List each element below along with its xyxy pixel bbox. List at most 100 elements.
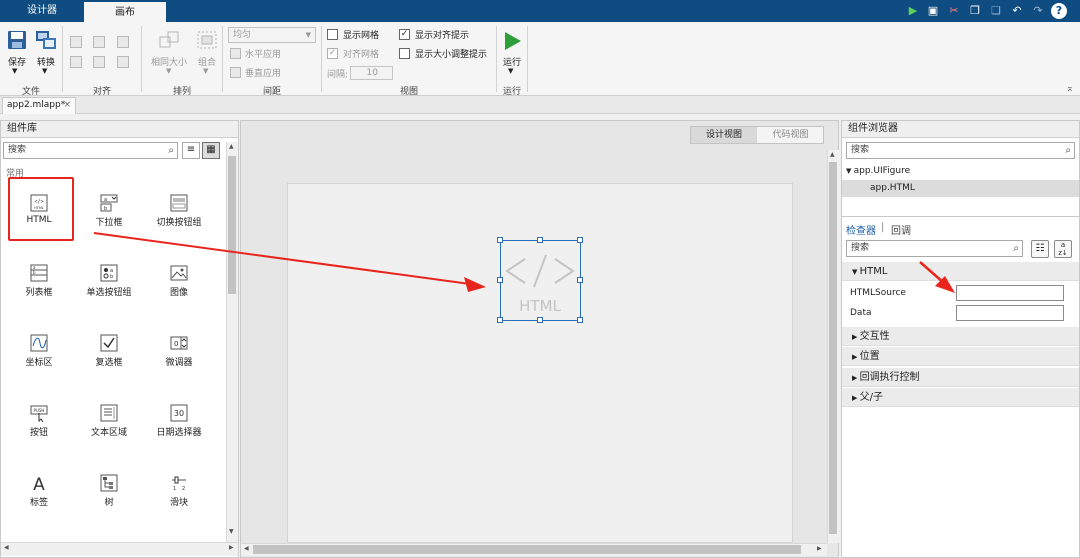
scroll-up-icon[interactable]: ▲ — [229, 143, 234, 150]
library-item-text-area[interactable]: 文本区域 — [74, 403, 144, 438]
tab-canvas[interactable]: 画布 — [84, 0, 166, 22]
align-center-icon[interactable] — [93, 36, 105, 48]
spacing-dropdown[interactable]: 均匀 ▼ — [228, 27, 316, 43]
convert-icon[interactable] — [35, 28, 57, 52]
show-align-hints-checkbox[interactable]: ✓ — [399, 29, 410, 40]
search-icon[interactable]: ⌕ — [1013, 241, 1019, 256]
scroll-right-icon[interactable]: ▶ — [229, 544, 234, 551]
library-item-image[interactable]: 图像 — [144, 263, 214, 298]
scroll-down-icon[interactable]: ▼ — [229, 528, 234, 535]
text-area-icon — [99, 403, 119, 423]
design-view-tab[interactable]: 设计视图 — [691, 127, 757, 143]
align-middle-icon[interactable] — [93, 56, 105, 68]
library-item-checkbox[interactable]: 复选框 — [74, 333, 144, 368]
htmlsource-input[interactable] — [956, 285, 1064, 301]
collapse-ribbon-icon[interactable]: ⌅ — [1066, 84, 1074, 94]
search-icon[interactable]: ⌕ — [1065, 143, 1071, 158]
inspector-search-input[interactable]: 搜索 ⌕ — [846, 240, 1023, 257]
horizontal-apply-button[interactable]: 水平应用 — [245, 47, 281, 60]
undo-icon[interactable]: ↶ — [1009, 3, 1025, 19]
align-left-icon[interactable] — [70, 36, 82, 48]
resize-handle-e[interactable] — [577, 277, 583, 283]
same-size-dropdown-icon[interactable]: ▼ — [166, 67, 171, 75]
group-dropdown-icon[interactable]: ▼ — [203, 67, 208, 75]
convert-dropdown-icon[interactable]: ▼ — [42, 67, 47, 75]
align-right-icon[interactable] — [117, 36, 129, 48]
run-dropdown-icon[interactable]: ▼ — [508, 67, 513, 75]
show-resize-hints-checkbox[interactable] — [399, 48, 410, 59]
tree-node-uifigure[interactable]: ▼ app.UIFigure — [846, 166, 910, 176]
same-size-icon[interactable] — [158, 30, 180, 50]
resize-handle-sw[interactable] — [497, 317, 503, 323]
scroll-up-icon[interactable]: ▲ — [830, 151, 835, 158]
library-item-date-picker[interactable]: 30 日期选择器 — [144, 403, 214, 438]
library-item-dropdown[interactable]: a b 下拉框 — [74, 193, 144, 228]
library-item-spinner[interactable]: 0 微调器 — [144, 333, 214, 368]
library-item-axes[interactable]: 坐标区 — [4, 333, 74, 368]
section-label: 位置 — [859, 351, 880, 362]
canvas-vscrollbar-thumb[interactable] — [829, 162, 837, 534]
tab-inspector[interactable]: 检查器 — [846, 222, 876, 237]
section-interactivity[interactable]: ▶ 交互性 — [842, 327, 1079, 346]
library-scrollbar-thumb[interactable] — [228, 156, 236, 294]
section-html[interactable]: ▼ HTML — [842, 262, 1079, 281]
html-component[interactable]: HTML — [500, 240, 581, 321]
group-icon[interactable] — [196, 30, 218, 50]
resize-handle-s[interactable] — [537, 317, 543, 323]
cut-icon[interactable]: ✂ — [946, 3, 962, 19]
resize-handle-w[interactable] — [497, 277, 503, 283]
vertical-apply-icon[interactable] — [230, 67, 241, 78]
browser-search-input[interactable]: 搜索 ⌕ — [846, 142, 1075, 159]
library-item-label: 下拉框 — [95, 218, 123, 228]
data-input[interactable] — [956, 305, 1064, 321]
resize-handle-se[interactable] — [577, 317, 583, 323]
align-bottom-icon[interactable] — [117, 56, 129, 68]
run-icon[interactable] — [501, 30, 523, 52]
resize-handle-n[interactable] — [537, 237, 543, 243]
gap-spinner[interactable]: 10 — [350, 66, 393, 80]
tree-node-html[interactable]: app.HTML — [842, 180, 1079, 197]
search-icon[interactable]: ⌕ — [168, 143, 174, 158]
save-dropdown-icon[interactable]: ▼ — [12, 67, 17, 75]
list-view-icon[interactable]: ≡ — [182, 142, 200, 159]
vertical-apply-button[interactable]: 垂直应用 — [245, 66, 281, 79]
horizontal-apply-icon[interactable] — [230, 48, 241, 59]
resize-handle-ne[interactable] — [577, 237, 583, 243]
canvas-hscrollbar-thumb[interactable] — [253, 545, 801, 554]
paste-icon[interactable]: ❏ — [988, 3, 1004, 19]
snap-grid-checkbox[interactable]: ✓ — [327, 48, 338, 59]
library-item-toggle-button-group[interactable]: 切换按钮组 — [144, 193, 214, 228]
library-item-push-button[interactable]: PUSH 按钮 — [4, 403, 74, 438]
help-icon[interactable]: ? — [1051, 3, 1067, 19]
save-icon[interactable] — [6, 28, 28, 52]
group-view-icon[interactable]: ☷ — [1031, 240, 1049, 258]
doc-tab-app2[interactable]: app2.mlapp* × — [2, 97, 76, 114]
close-icon[interactable]: × — [63, 100, 71, 110]
scroll-left-icon[interactable]: ◀ — [244, 545, 249, 552]
save-quick-icon[interactable]: ▣ — [925, 3, 941, 19]
library-item-tree[interactable]: 树 — [74, 473, 144, 508]
section-parent-child[interactable]: ▶ 父/子 — [842, 388, 1079, 407]
resize-handle-nw[interactable] — [497, 237, 503, 243]
section-position[interactable]: ▶ 位置 — [842, 347, 1079, 366]
redo-icon[interactable]: ↷ — [1030, 3, 1046, 19]
library-item-radio-group[interactable]: a b 单选按钮组 — [74, 263, 144, 298]
library-hscrollbar[interactable] — [1, 542, 238, 556]
code-view-tab[interactable]: 代码视图 — [758, 127, 823, 143]
sort-az-icon[interactable]: a z↓ — [1054, 240, 1072, 258]
align-top-icon[interactable] — [70, 56, 82, 68]
scroll-right-icon[interactable]: ▶ — [817, 545, 822, 552]
tab-designer[interactable]: 设计器 — [8, 0, 76, 22]
copy-icon[interactable]: ❐ — [967, 3, 983, 19]
library-item-listbox[interactable]: a b 列表框 — [4, 263, 74, 298]
library-item-slider[interactable]: 1 2 滑块 — [144, 473, 214, 508]
run-quick-icon[interactable]: ▶ — [905, 3, 921, 19]
scroll-left-icon[interactable]: ◀ — [4, 544, 9, 551]
library-item-label-component[interactable]: A 标签 — [4, 473, 74, 508]
library-search-input[interactable]: 搜索 ⌕ — [3, 142, 178, 159]
show-grid-checkbox[interactable] — [327, 29, 338, 40]
grid-view-icon[interactable]: ▦ — [202, 142, 220, 159]
section-callback-execution[interactable]: ▶ 回调执行控制 — [842, 368, 1079, 387]
expand-arrow-icon[interactable]: ▼ — [846, 167, 854, 175]
tab-callbacks[interactable]: 回调 — [891, 222, 911, 237]
